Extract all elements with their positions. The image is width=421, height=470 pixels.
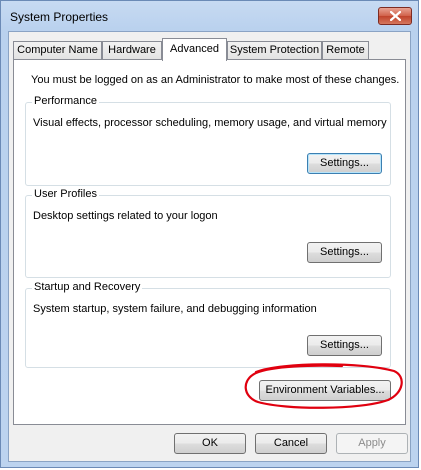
performance-group-title: Performance	[32, 95, 99, 107]
tab-remote[interactable]: Remote	[322, 41, 369, 59]
startup-recovery-group-title: Startup and Recovery	[32, 281, 143, 293]
ok-button[interactable]: OK	[174, 433, 246, 454]
close-icon	[390, 11, 401, 21]
tab-system-protection[interactable]: System Protection	[227, 41, 322, 59]
performance-description: Visual effects, processor scheduling, me…	[33, 117, 387, 129]
dialog-client-area: Computer Name Hardware Advanced System P…	[8, 31, 411, 462]
user-profiles-group-title: User Profiles	[32, 188, 99, 200]
performance-group: Performance Visual effects, processor sc…	[25, 95, 391, 186]
tab-advanced[interactable]: Advanced	[162, 38, 227, 61]
user-profiles-group: User Profiles Desktop settings related t…	[25, 188, 391, 278]
startup-recovery-description: System startup, system failure, and debu…	[33, 303, 317, 315]
close-button[interactable]	[378, 7, 412, 25]
tab-computer-name[interactable]: Computer Name	[13, 41, 102, 59]
tab-hardware[interactable]: Hardware	[102, 41, 162, 59]
advanced-tab-panel: You must be logged on as an Administrato…	[13, 59, 406, 425]
user-profiles-settings-button[interactable]: Settings...	[307, 242, 382, 263]
cancel-button[interactable]: Cancel	[255, 433, 327, 454]
startup-recovery-group: Startup and Recovery System startup, sys…	[25, 281, 391, 368]
title-bar[interactable]: System Properties	[1, 1, 418, 31]
performance-settings-button[interactable]: Settings...	[307, 153, 382, 174]
startup-recovery-settings-button[interactable]: Settings...	[307, 335, 382, 356]
environment-variables-button[interactable]: Environment Variables...	[259, 380, 391, 401]
window-title: System Properties	[10, 10, 109, 24]
apply-button[interactable]: Apply	[336, 433, 408, 454]
system-properties-window: System Properties Computer Name Hardware…	[0, 0, 419, 468]
administrator-notice: You must be logged on as an Administrato…	[31, 74, 400, 86]
user-profiles-description: Desktop settings related to your logon	[33, 210, 218, 222]
